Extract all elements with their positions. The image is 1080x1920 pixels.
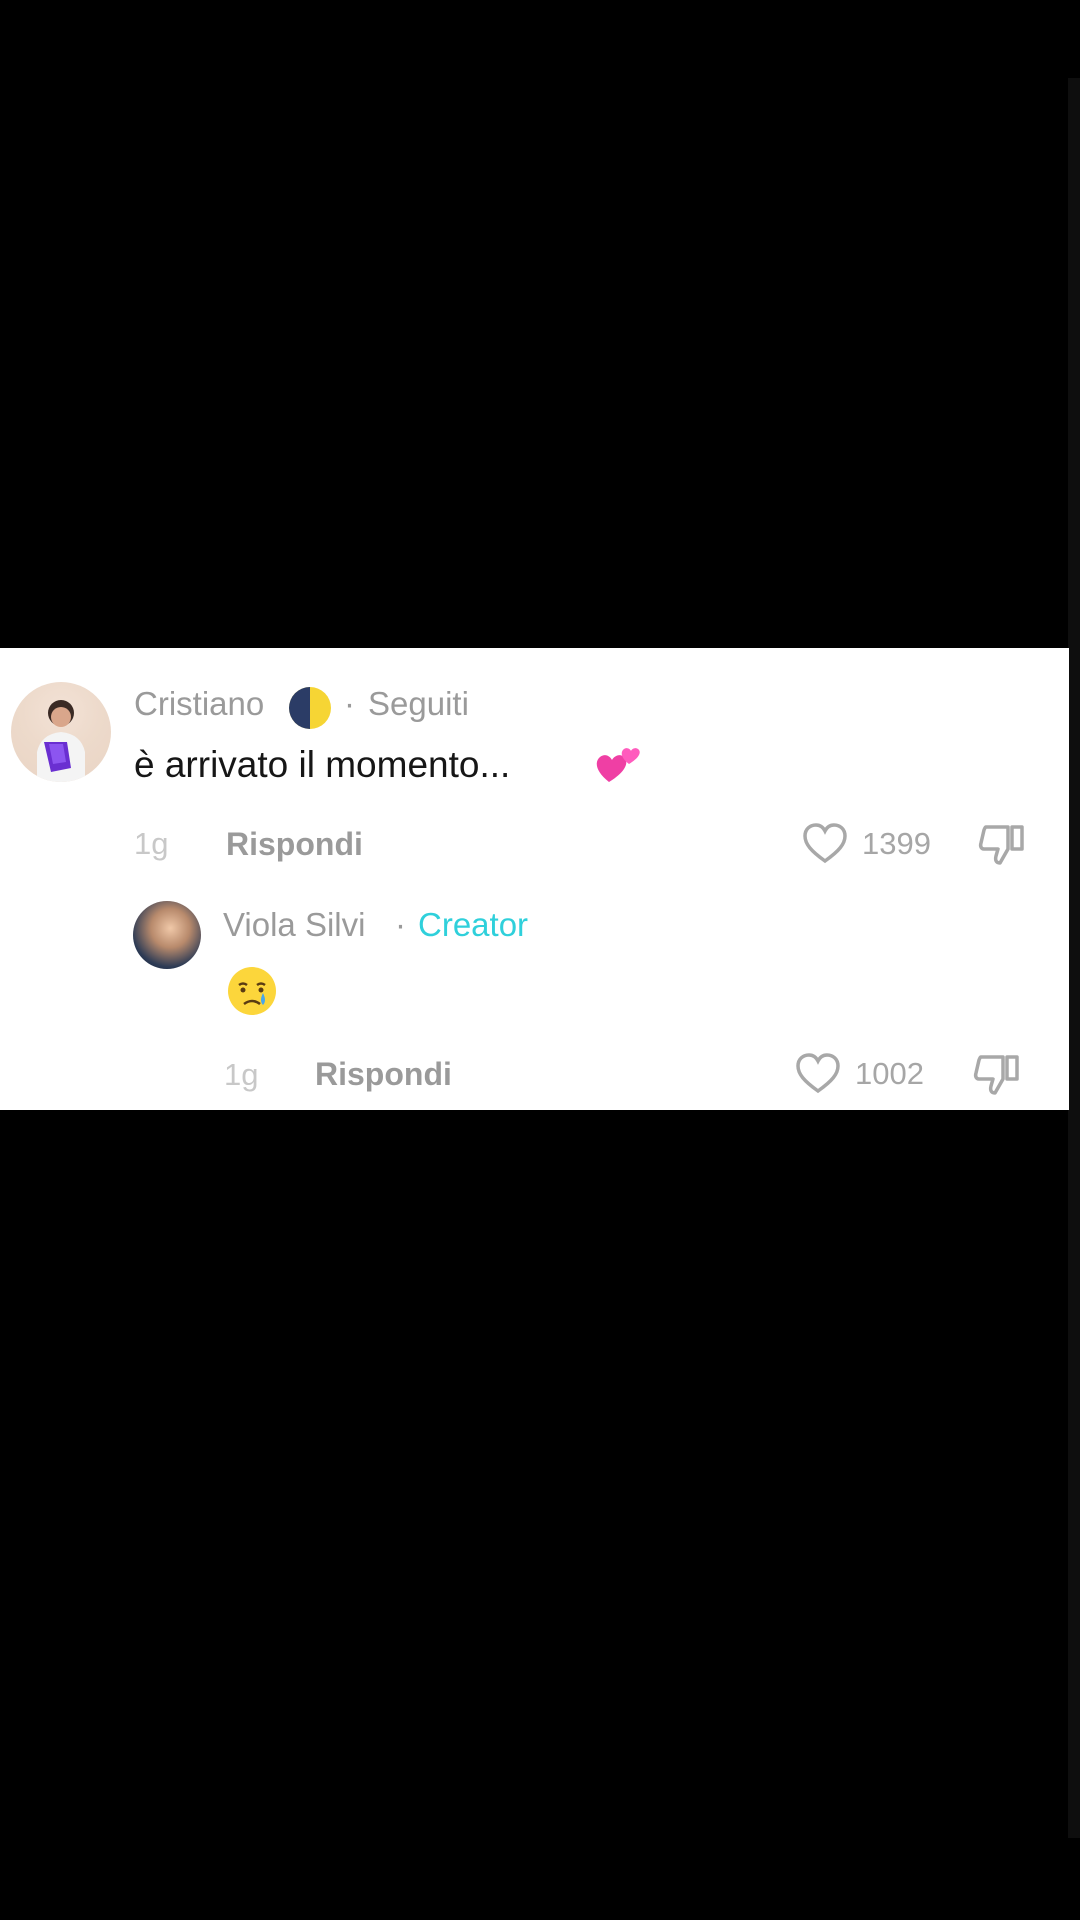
- crying-face-emoji: [226, 965, 278, 1022]
- screen: Cristiano · Seguiti è arrivato il moment…: [0, 0, 1080, 1920]
- reply-reply-button[interactable]: Rispondi: [315, 1056, 452, 1093]
- reply-avatar[interactable]: [133, 901, 201, 969]
- reply-separator: ·: [395, 906, 406, 943]
- reply-time: 1g: [224, 1057, 259, 1092]
- comment-author[interactable]: Cristiano: [134, 685, 264, 723]
- heart-outline-icon[interactable]: [795, 1052, 841, 1099]
- scrollbar-track: [1068, 78, 1080, 1838]
- heart-outline-icon[interactable]: [802, 822, 848, 869]
- thumbs-down-icon[interactable]: [973, 1051, 1021, 1102]
- creator-badge: Creator: [418, 906, 529, 943]
- half-moon-flag-icon: [287, 685, 333, 736]
- reply-button[interactable]: Rispondi: [226, 826, 363, 863]
- following-label: Seguiti: [368, 685, 469, 722]
- two-hearts-emoji: [592, 738, 644, 795]
- comment-separator: ·: [344, 685, 355, 722]
- thumbs-down-icon[interactable]: [978, 821, 1026, 872]
- avatar-photo: [37, 700, 85, 782]
- comment-time: 1g: [134, 826, 169, 861]
- reply-like-count: 1002: [855, 1056, 924, 1091]
- avatar[interactable]: [11, 682, 111, 782]
- like-count: 1399: [862, 826, 931, 861]
- reply-author[interactable]: Viola Silvi: [223, 906, 365, 944]
- comment-text: è arrivato il momento...: [134, 744, 511, 785]
